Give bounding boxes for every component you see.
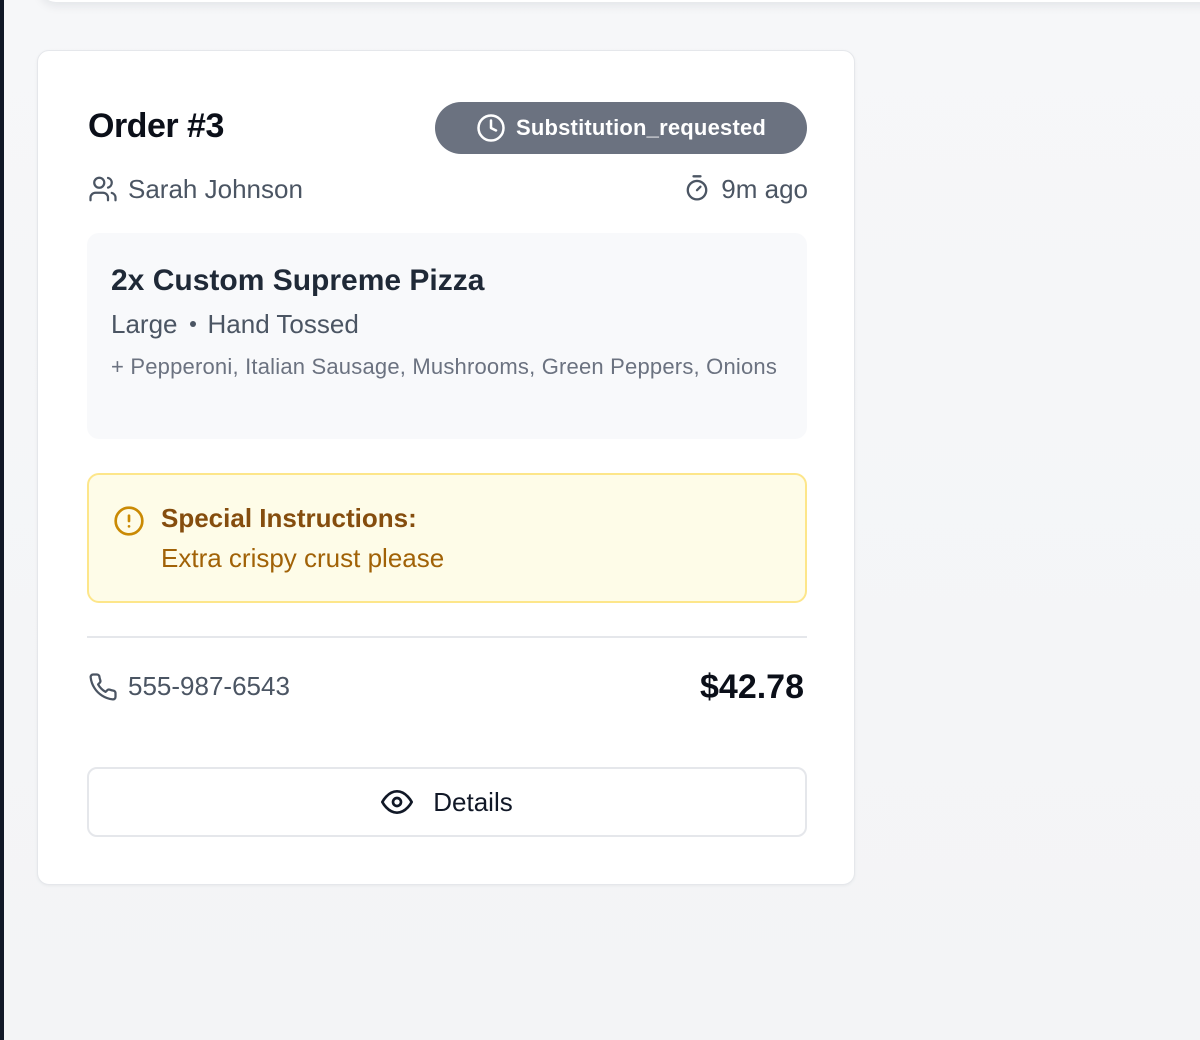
item-name: 2x Custom Supreme Pizza [111, 264, 485, 297]
eye-icon [381, 790, 414, 814]
item-toppings: + Pepperoni, Italian Sausage, Mushrooms,… [111, 354, 778, 379]
order-total: $42.78 [700, 668, 804, 706]
phone-icon [89, 672, 117, 701]
item-size: Large [111, 309, 178, 339]
special-instructions-label: Special Instructions: [161, 503, 417, 533]
details-button-label: Details [433, 786, 513, 817]
details-button[interactable]: Details [87, 767, 807, 837]
sidebar-edge [0, 0, 4, 1040]
alert-circle-icon [114, 506, 144, 536]
top-panel [40, 0, 1200, 2]
phone-number: 555-987-6543 [128, 671, 290, 701]
divider [87, 636, 807, 638]
special-instructions: Special Instructions: Extra crispy crust… [87, 473, 807, 603]
status-label: Substitution_requested [515, 115, 767, 140]
order-card: Order #3 Substitution_requested Sarah Jo… [37, 50, 855, 885]
order-time: 9m ago [683, 174, 808, 205]
customer-phone: 555-987-6543 [88, 671, 290, 702]
separator-dot [189, 321, 196, 327]
item-options: Large Hand Tossed [111, 307, 783, 341]
item-crust: Hand Tossed [207, 309, 359, 339]
users-icon [89, 176, 117, 202]
special-instructions-text: Extra crispy crust please [161, 543, 445, 573]
status-badge: Substitution_requested [435, 102, 807, 154]
clock-icon [477, 114, 505, 142]
customer-name: Sarah Johnson [128, 173, 303, 204]
order-title: Order #3 [88, 107, 224, 145]
page-background: Order #3 Substitution_requested Sarah Jo… [0, 0, 1200, 1040]
customer-info: Sarah Johnson [88, 174, 303, 205]
time-ago: 9m ago [721, 173, 808, 204]
timer-icon [686, 175, 708, 201]
order-item: 2x Custom Supreme Pizza Large Hand Tosse… [87, 233, 807, 439]
order-meta: Sarah Johnson 9m ago [88, 171, 808, 207]
